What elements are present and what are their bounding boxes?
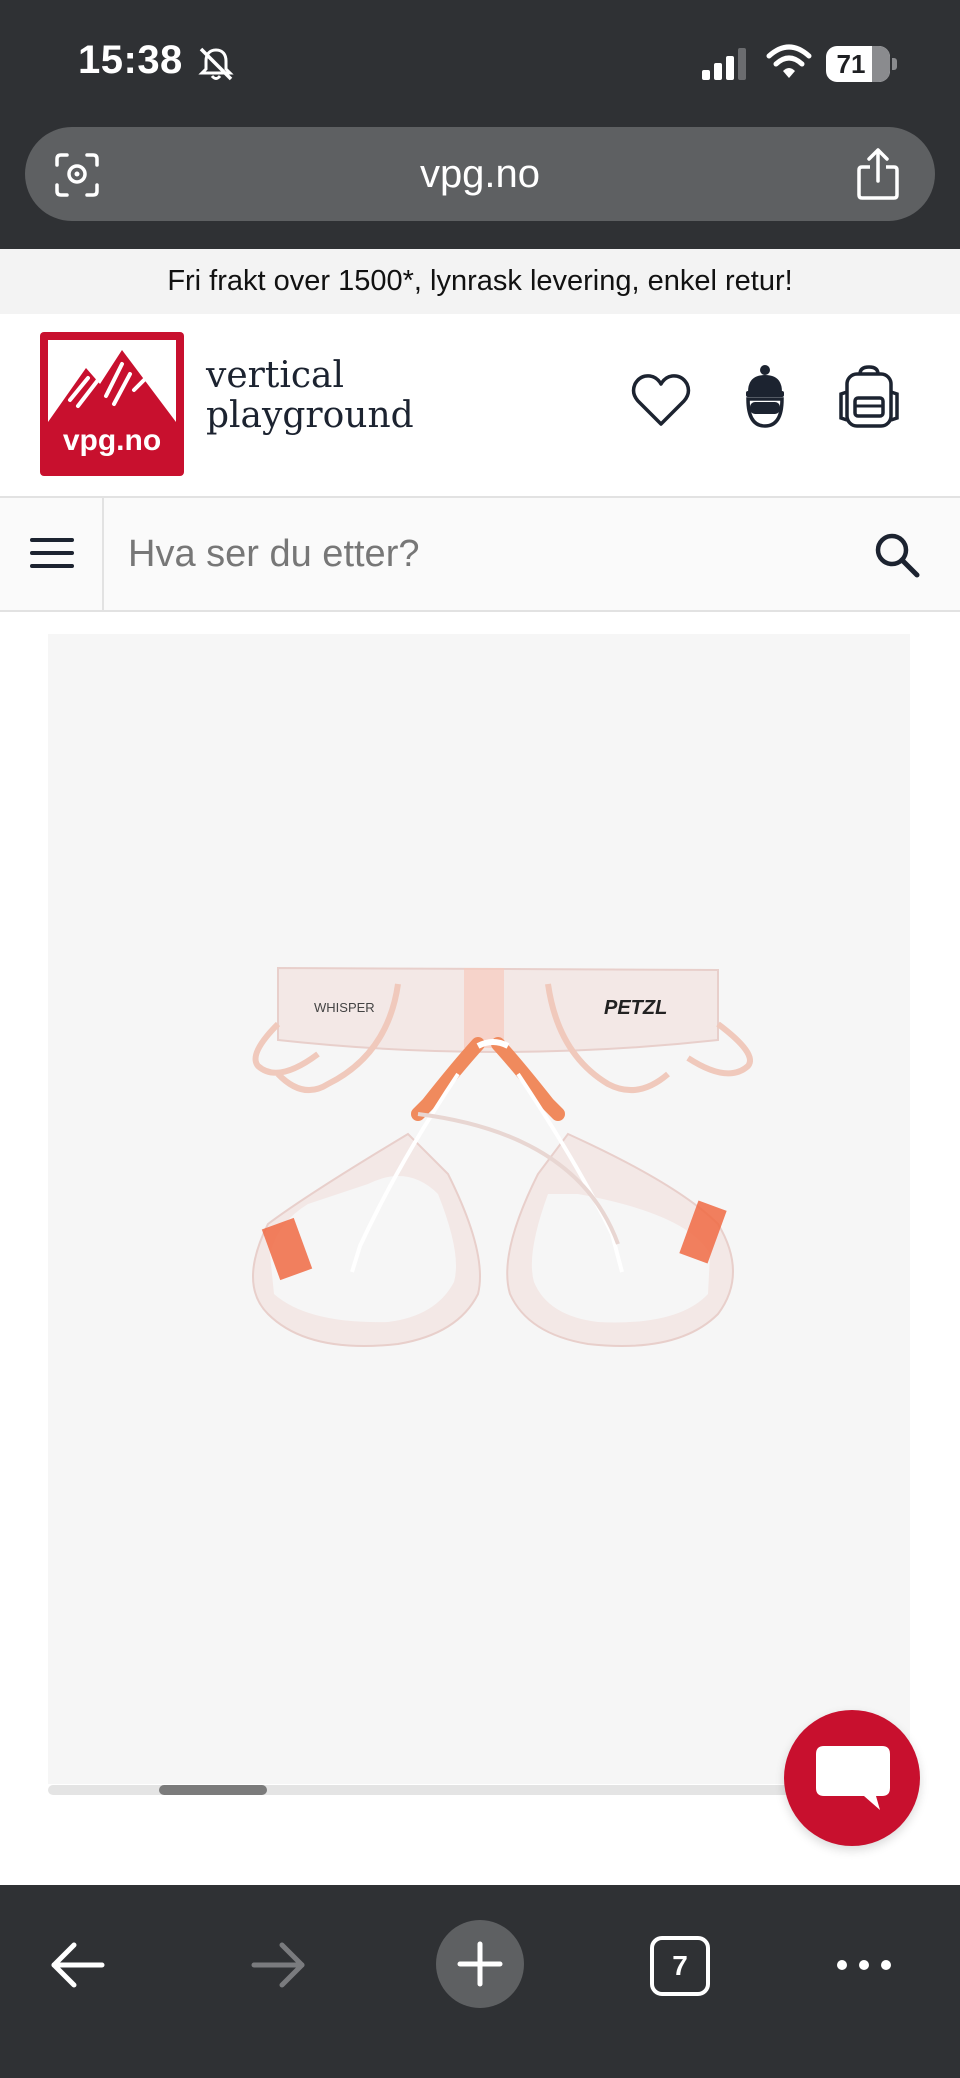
browser-top-bar: 15:38 71 vpg.no [0,0,960,249]
gallery-scrollbar-thumb[interactable] [159,1785,267,1795]
bell-slash-icon [198,47,234,81]
url-text[interactable]: vpg.no [25,127,935,221]
back-icon[interactable] [48,1935,108,1995]
brand-line-1: vertical [206,355,344,396]
address-bar[interactable]: vpg.no [25,127,935,221]
logo-text: vpg.no [62,424,162,457]
logo-mountain [48,340,176,422]
battery-level: 71 [836,49,866,79]
site-header: vpg.no vertical playground [0,314,960,498]
forward-icon[interactable] [248,1935,308,1995]
account-icon[interactable] [740,364,790,430]
menu-icon[interactable] [30,536,74,570]
tabs-button[interactable]: 7 [650,1936,710,1996]
plus-icon [457,1941,503,1987]
product-image-gallery[interactable]: WHISPER PETZL [48,634,910,1784]
search-icon[interactable] [872,530,922,580]
backpack-icon[interactable] [838,364,900,430]
product-image-harness[interactable]: WHISPER PETZL [248,954,788,1514]
shipping-promo-banner[interactable]: Fri frakt over 1500*, lynrask levering, … [0,249,960,314]
signal-icon [702,48,746,80]
brand-name[interactable]: vertical playground [206,356,414,436]
more-icon[interactable] [834,1935,894,1995]
wifi-icon [766,44,812,78]
chat-icon[interactable] [814,1744,892,1814]
search-input[interactable]: Hva ser du etter? [128,498,828,610]
heart-icon[interactable] [630,372,692,428]
new-tab-button[interactable] [436,1920,524,2008]
status-time: 15:38 [78,38,183,82]
menu-button[interactable] [0,498,104,610]
site-logo[interactable]: vpg.no [40,332,184,476]
harness-label-right: PETZL [604,997,667,1019]
search-row: Hva ser du etter? [0,498,960,612]
chat-button[interactable] [784,1710,920,1846]
browser-bottom-bar: 7 [0,1885,960,2078]
harness-label-left: WHISPER [314,1000,375,1015]
battery-indicator: 71 [826,46,897,82]
gallery-scrollbar[interactable] [48,1785,848,1795]
share-icon[interactable] [855,147,901,201]
brand-line-2: playground [206,395,414,436]
